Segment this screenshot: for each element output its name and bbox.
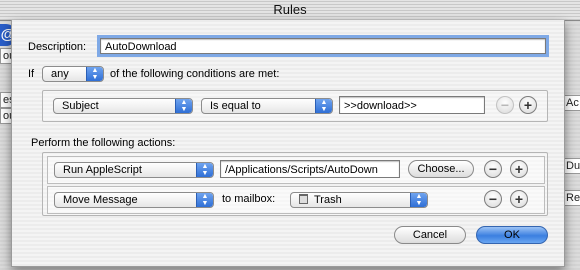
- condition-operator-popup[interactable]: Is equal to ▲ ▼: [201, 98, 333, 114]
- to-mailbox-label: to mailbox:: [222, 193, 276, 205]
- actions-label: Perform the following actions:: [31, 137, 176, 149]
- action-row: Run AppleScript ▲ ▼ /Applications/Scripts…: [47, 156, 545, 184]
- condition-value-field[interactable]: >>download>>: [339, 96, 485, 114]
- action-type-value: Run AppleScript: [63, 164, 142, 176]
- match-any-value: any: [51, 68, 69, 80]
- conditions-group: Subject ▲ ▼ Is equal to ▲ ▼ >>download>> −…: [42, 90, 548, 122]
- trash-icon: [299, 194, 308, 204]
- chevron-updown-icon: ▲ ▼: [196, 193, 213, 207]
- condition-operator-value: Is equal to: [210, 100, 261, 112]
- action-type-popup[interactable]: Run AppleScript ▲ ▼: [54, 162, 214, 178]
- ok-button[interactable]: OK: [476, 226, 548, 244]
- action-type-value: Move Message: [63, 194, 138, 206]
- match-any-popup[interactable]: any ▲ ▼: [42, 66, 104, 82]
- mailbox-value: Trash: [314, 194, 342, 206]
- add-action-button[interactable]: +: [510, 160, 528, 178]
- if-label: If: [28, 68, 35, 80]
- cancel-button[interactable]: Cancel: [394, 226, 466, 244]
- mailbox-popup[interactable]: Trash ▲ ▼: [290, 192, 428, 208]
- conditions-label: of the following conditions are met:: [110, 68, 280, 80]
- description-field[interactable]: AutoDownload: [97, 35, 549, 57]
- add-action-button[interactable]: +: [510, 190, 528, 208]
- bg-fragment: Ac: [563, 95, 580, 111]
- chevron-updown-icon: ▲ ▼: [175, 99, 192, 113]
- add-condition-button[interactable]: +: [519, 96, 537, 114]
- chevron-updown-icon: ▲ ▼: [86, 67, 103, 81]
- bg-fragment: Du: [563, 158, 580, 174]
- condition-field-popup[interactable]: Subject ▲ ▼: [53, 98, 193, 114]
- description-label: Description:: [28, 41, 87, 53]
- window-title: Rules: [0, 0, 580, 21]
- chevron-updown-icon: ▲ ▼: [410, 193, 427, 207]
- condition-field-value: Subject: [62, 100, 99, 112]
- script-path-field[interactable]: /Applications/Scripts/AutoDown: [220, 160, 400, 178]
- chevron-updown-icon: ▲ ▼: [196, 163, 213, 177]
- choose-button[interactable]: Choose...: [408, 160, 474, 178]
- chevron-updown-icon: ▲ ▼: [315, 99, 332, 113]
- remove-action-button[interactable]: −: [484, 160, 502, 178]
- remove-condition-button[interactable]: −: [496, 96, 514, 114]
- action-row: Move Message ▲ ▼ to mailbox: Trash ▲ ▼ − +: [47, 186, 545, 214]
- bg-fragment: Re: [563, 190, 580, 206]
- action-type-popup[interactable]: Move Message ▲ ▼: [54, 192, 214, 208]
- rules-sheet: Description: AutoDownload If any ▲ ▼ of t…: [11, 20, 565, 267]
- actions-group: Run AppleScript ▲ ▼ /Applications/Scripts…: [42, 152, 548, 216]
- remove-action-button[interactable]: −: [484, 190, 502, 208]
